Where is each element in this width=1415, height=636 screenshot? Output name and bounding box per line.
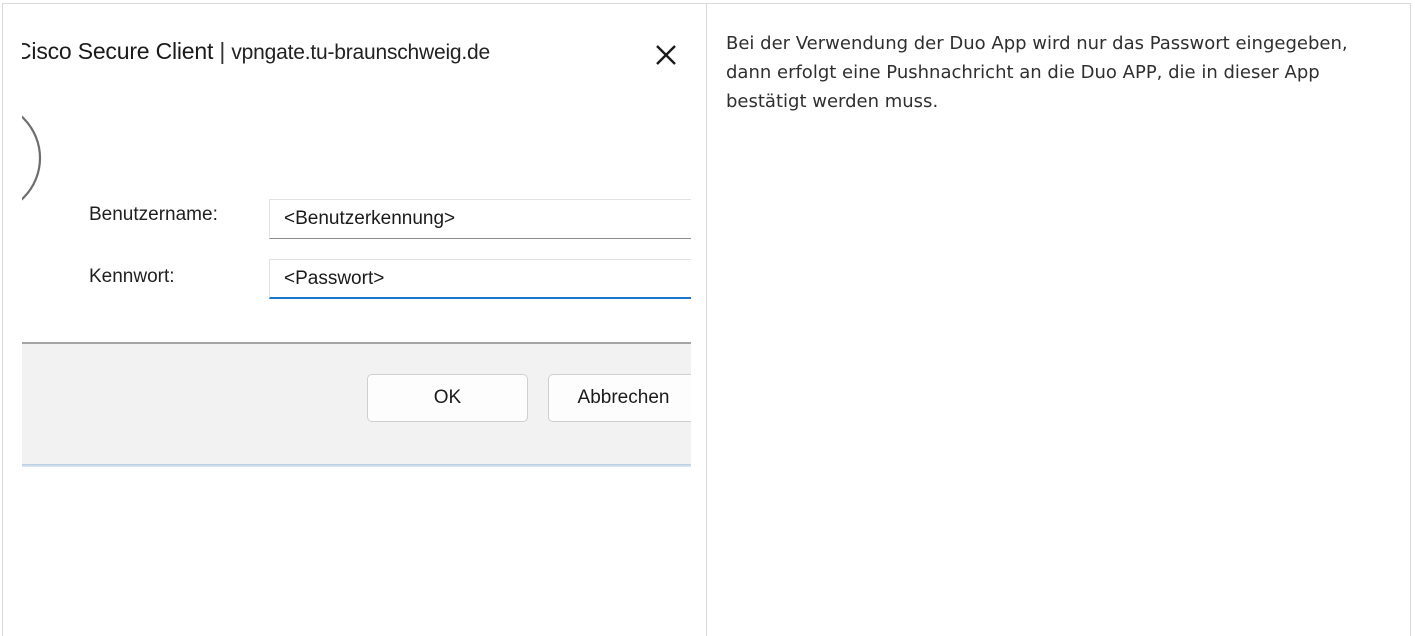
close-button[interactable] (646, 34, 686, 74)
cisco-secure-client-logo-icon (22, 104, 60, 212)
password-input[interactable] (269, 259, 691, 299)
cancel-button[interactable]: Abbrechen (548, 374, 691, 422)
ok-button[interactable]: OK (367, 374, 528, 422)
username-label: Benutzername: (89, 204, 218, 225)
dialog-title-app: Cisco Secure Client (22, 38, 214, 64)
username-input[interactable] (269, 199, 691, 239)
vpn-login-dialog-screenshot: Cisco Secure Client | vpngate.tu-braunsc… (22, 4, 691, 467)
dialog-title-host: vpngate.tu-braunschweig.de (231, 41, 491, 64)
dialog-title-separator: | (219, 38, 226, 64)
password-label: Kennwort: (89, 266, 175, 287)
duo-app-note: Bei der Verwendung der Duo App wird nur … (726, 33, 1348, 112)
close-icon (656, 45, 676, 65)
dialog-bottom-edge (22, 464, 691, 467)
dialog-title: Cisco Secure Client | vpngate.tu-braunsc… (22, 38, 490, 65)
table-column-divider (706, 3, 707, 636)
dialog-footer: OK Abbrechen (22, 342, 691, 466)
